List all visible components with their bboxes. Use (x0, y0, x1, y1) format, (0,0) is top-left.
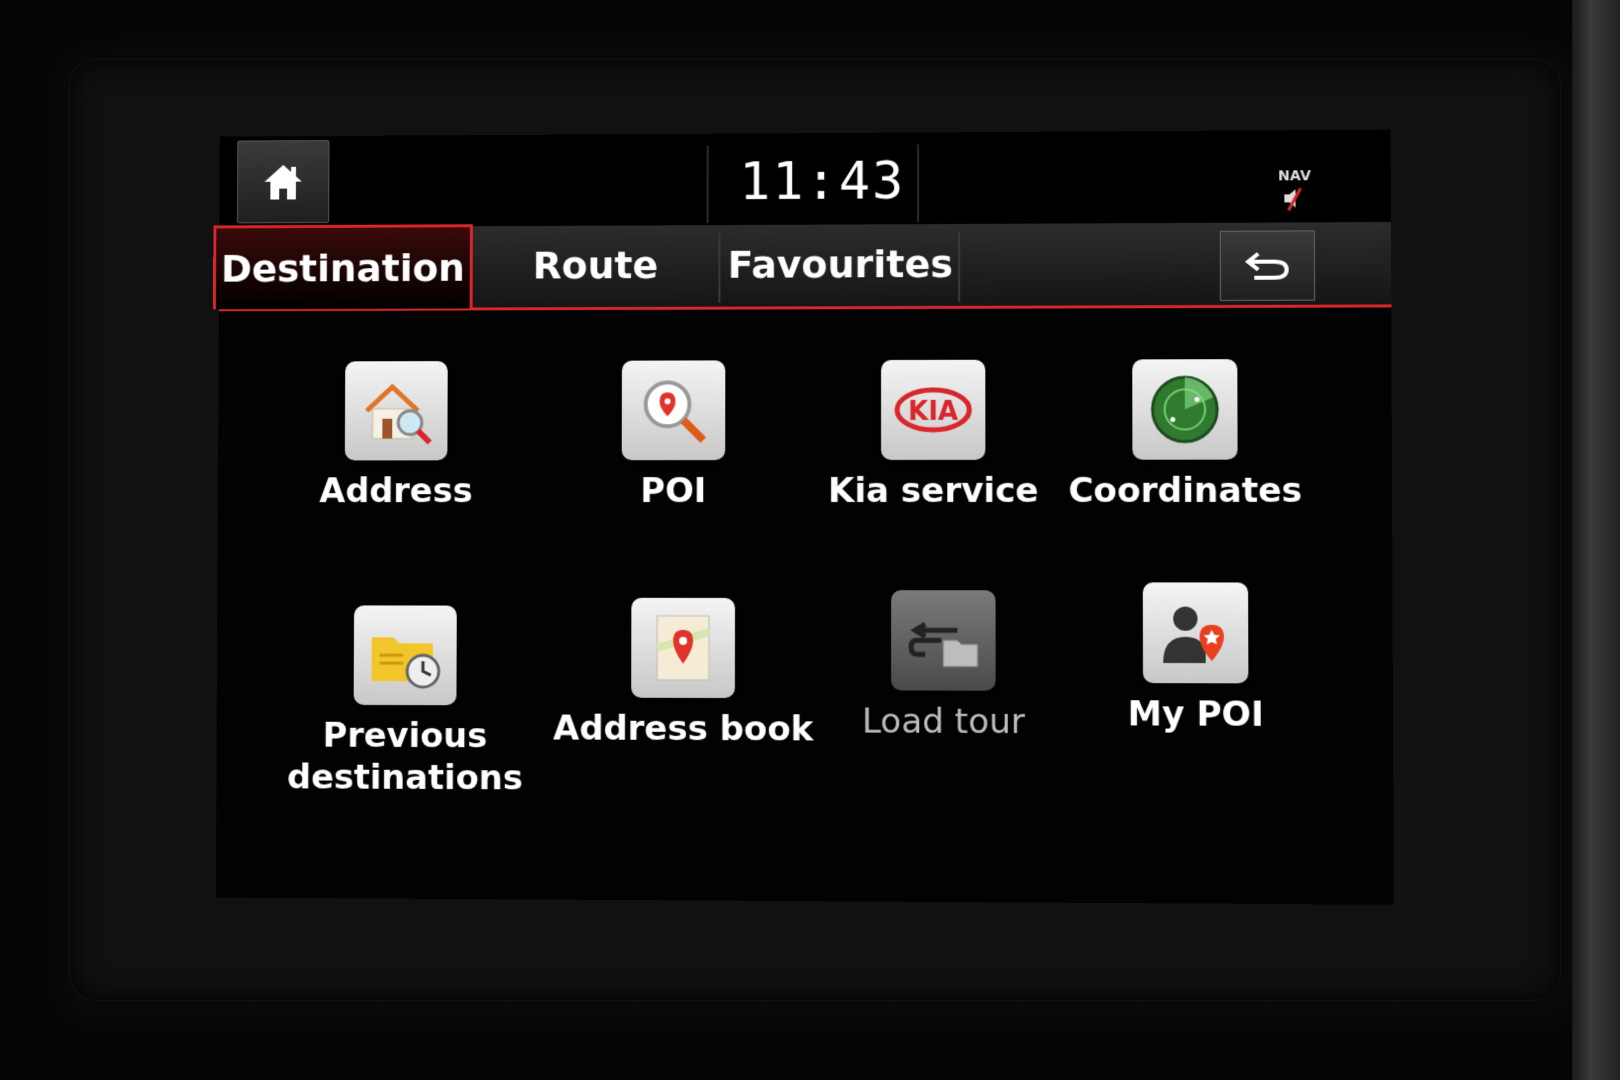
tab-destination[interactable]: Destination (212, 224, 473, 310)
menu-poi-label: POI (640, 471, 707, 512)
menu-previous-destinations-label: Previous destinations (286, 715, 523, 799)
menu-my-poi-label: My POI (1127, 694, 1264, 735)
tab-favourites[interactable]: Favourites (722, 224, 958, 305)
menu-coordinates-label: Coordinates (1068, 470, 1303, 511)
menu-address-label: Address (319, 471, 473, 512)
person-star-icon (1142, 582, 1249, 684)
tab-divider (718, 233, 721, 303)
folder-clock-icon (353, 605, 457, 706)
menu-kia-service[interactable]: KIA Kia service (808, 359, 1059, 512)
back-arrow-icon (1244, 248, 1291, 284)
tab-bar: Destination Route Favourites (212, 221, 1392, 312)
infotainment-screen: 11:43 NAV Destination Route Favourites A… (212, 129, 1394, 905)
bezel-trim (1572, 0, 1620, 1080)
kia-logo-icon: KIA (881, 359, 986, 460)
home-button[interactable] (236, 140, 330, 224)
speaker-muted-icon (1280, 184, 1308, 212)
nav-mute-indicator: NAV (1264, 168, 1325, 218)
menu-load-tour-label: Load tour (861, 701, 1025, 743)
clock: 11:43 (739, 151, 906, 213)
tour-folder-icon (891, 590, 996, 691)
menu-address-book-label: Address book (553, 708, 814, 750)
poi-search-icon (621, 360, 726, 461)
menu-load-tour[interactable]: Load tour (818, 590, 1069, 743)
menu-poi[interactable]: POI (549, 360, 798, 512)
clock-divider-right (917, 144, 920, 223)
menu-coordinates[interactable]: Coordinates (1059, 359, 1312, 512)
status-bar: 11:43 NAV (219, 129, 1391, 228)
svg-text:KIA: KIA (908, 397, 958, 427)
menu-address[interactable]: Address (273, 361, 520, 512)
back-button[interactable] (1219, 230, 1316, 301)
radar-globe-icon (1132, 359, 1238, 460)
menu-previous-destinations[interactable]: Previous destinations (281, 605, 529, 799)
menu-address-book[interactable]: Address book (553, 597, 813, 751)
menu-kia-service-label: Kia service (828, 470, 1039, 511)
map-pin-book-icon (631, 597, 736, 699)
nav-label: NAV (1278, 168, 1311, 185)
clock-divider-left (706, 145, 709, 224)
house-search-icon (344, 361, 448, 461)
tab-route[interactable]: Route (477, 225, 715, 305)
menu-my-poi[interactable]: My POI (1069, 582, 1323, 736)
tab-divider (958, 231, 961, 302)
home-icon (264, 164, 302, 200)
